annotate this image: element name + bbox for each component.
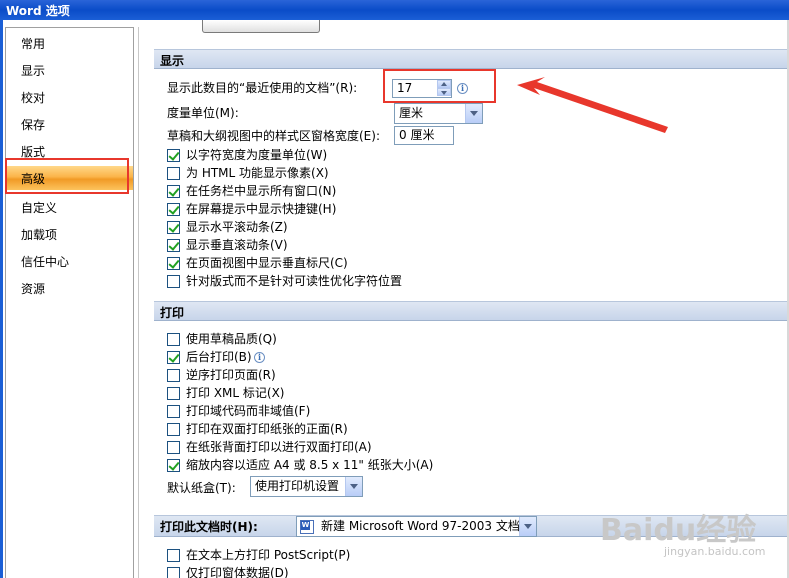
checkbox-label: 为 HTML 功能显示像素(X) <box>186 166 329 180</box>
options-sidebar: 常用 显示 校对 保存 版式 高级 自定义 加载项 信任中心 资源 <box>5 27 134 578</box>
checkbox-label: 打印在双面打印纸张的正面(R) <box>186 422 348 436</box>
checkbox-label: 缩放内容以适应 A4 或 8.5 x 11" 纸张大小(A) <box>186 458 434 472</box>
style-area-input[interactable]: 0 厘米 <box>394 126 454 145</box>
checkbox-field-codes[interactable] <box>167 405 180 418</box>
checkbox-label: 显示垂直滚动条(V) <box>186 238 288 252</box>
units-label: 度量单位(M): <box>167 106 239 120</box>
info-icon[interactable]: i <box>254 352 265 363</box>
baidu-watermark: Baidu经验 <box>600 513 757 548</box>
sidebar-item-save[interactable]: 保存 <box>6 112 133 136</box>
sidebar-item-advanced[interactable]: 高级 <box>6 166 133 190</box>
word-document-icon <box>300 520 314 534</box>
sidebar-item-resources[interactable]: 资源 <box>6 276 133 300</box>
top-clipped-button[interactable] <box>202 20 320 33</box>
checkbox-label: 在文本上方打印 PostScript(P) <box>186 548 351 562</box>
checkbox-background-print[interactable] <box>167 351 180 364</box>
sidebar-item-label: 显示 <box>21 64 46 78</box>
checkbox-label: 在页面视图中显示垂直标尺(C) <box>186 256 348 270</box>
info-icon[interactable]: i <box>457 83 468 94</box>
recent-docs-value: 17 <box>397 81 413 95</box>
checkbox-reverse-order[interactable] <box>167 369 180 382</box>
checkbox-label: 逆序打印页面(R) <box>186 368 276 382</box>
options-content-pane: 显示 显示此数目的“最近使用的文档”(R): 17 i 度量单位(M): 厘米 … <box>150 20 789 578</box>
checkbox-label: 在任务栏中显示所有窗口(N) <box>186 184 337 198</box>
checkbox-taskbar-windows[interactable] <box>167 185 180 198</box>
print-document-label: 打印此文档时(H): <box>160 520 258 534</box>
checkbox-duplex-front[interactable] <box>167 423 180 436</box>
checkbox-label: 在屏幕提示中显示快捷键(H) <box>186 202 337 216</box>
sidebar-item-label: 资源 <box>21 282 46 296</box>
default-tray-dropdown[interactable]: 使用打印机设置 <box>250 476 363 497</box>
chevron-down-icon[interactable] <box>465 104 482 123</box>
checkbox-html-pixels[interactable] <box>167 167 180 180</box>
checkbox-label: 打印 XML 标记(X) <box>186 386 285 400</box>
section-header-print: 打印 <box>154 301 789 321</box>
checkbox-postscript-over-text[interactable] <box>167 549 180 562</box>
sidebar-item-label: 高级 <box>21 172 46 186</box>
checkbox-form-data-only[interactable] <box>167 567 180 578</box>
section-header-display: 显示 <box>154 49 789 69</box>
recent-docs-spinner[interactable]: 17 <box>392 79 452 98</box>
checkbox-label: 仅打印窗体数据(D) <box>186 566 289 578</box>
default-tray-value: 使用打印机设置 <box>255 479 340 493</box>
sidebar-item-label: 自定义 <box>21 201 58 215</box>
checkbox-label: 以字符宽度为度量单位(W) <box>186 148 328 162</box>
sidebar-item-label: 信任中心 <box>21 255 70 269</box>
sidebar-item-label: 校对 <box>21 91 46 105</box>
units-value: 厘米 <box>399 106 424 120</box>
checkbox-label: 针对版式而不是针对可读性优化字符位置 <box>186 274 403 288</box>
spinner-buttons[interactable] <box>437 80 451 97</box>
checkbox-char-width-units[interactable] <box>167 149 180 162</box>
document-selector-dropdown[interactable]: 新建 Microsoft Word 97-2003 文档 <box>296 516 537 537</box>
pane-divider <box>138 27 139 578</box>
checkbox-screentip-shortcuts[interactable] <box>167 203 180 216</box>
spin-up-icon[interactable] <box>437 80 451 88</box>
sidebar-item-display[interactable]: 显示 <box>6 58 133 82</box>
units-dropdown[interactable]: 厘米 <box>394 103 483 124</box>
sidebar-item-label: 加载项 <box>21 228 58 242</box>
checkbox-label: 显示水平滚动条(Z) <box>186 220 288 234</box>
checkbox-label: 后台打印(B) <box>186 350 252 364</box>
window-title: Word 选项 <box>6 4 70 18</box>
sidebar-item-typography[interactable]: 版式 <box>6 139 133 163</box>
checkbox-draft-quality[interactable] <box>167 333 180 346</box>
sidebar-item-addins[interactable]: 加载项 <box>6 222 133 246</box>
checkbox-horizontal-scrollbar[interactable] <box>167 221 180 234</box>
sidebar-item-label: 保存 <box>21 118 46 132</box>
checkbox-optimize-char-position[interactable] <box>167 275 180 288</box>
checkbox-print-xml-tags[interactable] <box>167 387 180 400</box>
sidebar-item-label: 版式 <box>21 145 46 159</box>
red-arrow-annotation <box>517 77 668 133</box>
style-area-value: 0 厘米 <box>399 128 435 142</box>
checkbox-label: 在纸张背面打印以进行双面打印(A) <box>186 440 372 454</box>
checkbox-vertical-ruler[interactable] <box>167 257 180 270</box>
recent-docs-label: 显示此数目的“最近使用的文档”(R): <box>167 81 358 95</box>
window-titlebar: Word 选项 <box>0 0 789 20</box>
baidu-watermark-url: jingyan.baidu.com <box>664 545 766 558</box>
sidebar-item-label: 常用 <box>21 37 46 51</box>
default-tray-label: 默认纸盒(T): <box>167 481 236 495</box>
sidebar-item-customize[interactable]: 自定义 <box>6 195 133 219</box>
checkbox-duplex-back[interactable] <box>167 441 180 454</box>
sidebar-item-trust-center[interactable]: 信任中心 <box>6 249 133 273</box>
window-frame <box>0 20 3 578</box>
checkbox-label: 打印域代码而非域值(F) <box>186 404 311 418</box>
checkbox-label: 使用草稿品质(Q) <box>186 332 277 346</box>
document-selector-value: 新建 Microsoft Word 97-2003 文档 <box>321 519 520 533</box>
sidebar-item-proofing[interactable]: 校对 <box>6 85 133 109</box>
spin-down-icon[interactable] <box>437 88 451 96</box>
checkbox-vertical-scrollbar[interactable] <box>167 239 180 252</box>
chevron-down-icon[interactable] <box>345 477 362 496</box>
style-area-label: 草稿和大纲视图中的样式区窗格宽度(E): <box>167 129 380 143</box>
checkbox-scale-a4-letter[interactable] <box>167 459 180 472</box>
chevron-down-icon[interactable] <box>519 517 536 536</box>
sidebar-item-general[interactable]: 常用 <box>6 31 133 55</box>
